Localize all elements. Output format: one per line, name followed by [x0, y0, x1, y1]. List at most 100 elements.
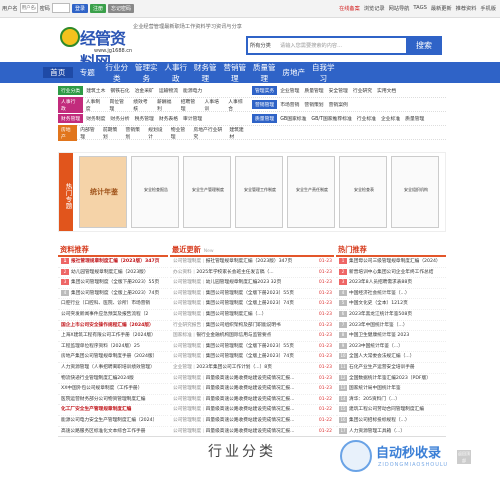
- category-tag[interactable]: 管理实务: [252, 86, 278, 95]
- hot-item[interactable]: 12 全国数据统计年鉴汇编2023（PDF版）: [336, 374, 446, 385]
- latest-item[interactable]: 公司管理制度 | 四量级高速公路收费站建设完成情况汇报...01-22: [170, 405, 334, 416]
- latest-item[interactable]: 企业管理 | 2023年集团公司工作计划（...）8页 01-23: [170, 363, 334, 374]
- category-tag[interactable]: 人事行政: [58, 96, 83, 113]
- latest-item[interactable]: 办公资料 | 2025年学校家长会班主任发言稿（... 01-23: [170, 268, 334, 279]
- hot-item[interactable]: 7 2023年中国统计年鉴（...）: [336, 321, 446, 332]
- register-button[interactable]: 注册: [89, 3, 106, 13]
- latest-item-category[interactable]: 公司管理制度: [173, 354, 201, 359]
- category-link[interactable]: 招聘管理: [181, 98, 200, 112]
- latest-item[interactable]: 公司管理制度 | 报社管理规章制度汇编（2023版）347页 01-23: [170, 257, 334, 268]
- recommend-item[interactable]: 化工厂安全生产管理规章制度汇编: [58, 405, 168, 416]
- latest-item-category[interactable]: 公司管理制度: [173, 397, 201, 402]
- category-link[interactable]: 市场营销: [280, 101, 299, 108]
- category-link[interactable]: 规划设计: [148, 126, 166, 140]
- category-link[interactable]: 前期策划: [103, 126, 121, 140]
- category-link[interactable]: GB国家标准: [280, 115, 306, 122]
- category-tag[interactable]: 行业分类: [58, 86, 84, 95]
- login-button[interactable]: 登录: [71, 3, 88, 13]
- latest-item[interactable]: 公司管理制度 | 集团公司管理制度（全版上册2023）74页 01-23: [170, 352, 334, 363]
- topic-thumbnail[interactable]: 安全检查报告: [131, 156, 179, 228]
- nav-management[interactable]: 管理实务: [132, 62, 162, 84]
- category-tag[interactable]: 营销管理: [252, 100, 278, 109]
- latest-item-category[interactable]: 公司管理制度: [173, 291, 201, 296]
- recommend-item[interactable]: 4 集团公司管理制度（全版上册2023）74页: [58, 289, 168, 300]
- category-link[interactable]: 运输物流: [159, 87, 178, 94]
- nav-topics[interactable]: 专题: [73, 67, 103, 78]
- back-to-top-button[interactable]: 返回顶部: [457, 450, 471, 464]
- category-tag[interactable]: 质量管理: [252, 114, 278, 123]
- latest-item[interactable]: 公司管理制度 | 集团公司管理制度（全版下册2023）55页 01-23: [170, 342, 334, 353]
- nav-quality[interactable]: 质量管理: [250, 62, 280, 84]
- latest-item-category[interactable]: 公司管理制度: [173, 259, 201, 264]
- category-link[interactable]: 行业研究: [353, 87, 372, 94]
- category-link[interactable]: 岗位管理: [110, 98, 129, 112]
- recommend-item[interactable]: XX中国外包公司规章制度（工作手册）: [58, 384, 168, 395]
- latest-item[interactable]: 公司管理制度 | 集团公司管理制度汇编（...） 01-23: [170, 310, 334, 321]
- latest-item-category[interactable]: 公司管理制度: [173, 301, 201, 306]
- top-link-mobile[interactable]: 手机版: [480, 5, 496, 12]
- latest-item-category[interactable]: 行业研究报告: [173, 323, 201, 328]
- hot-item[interactable]: 16 集团公司招标投标规程（...）: [336, 416, 446, 427]
- hot-item[interactable]: 15 建筑工程公司劳动合同管理制度汇编: [336, 405, 446, 416]
- search-input[interactable]: 请输入您需要搜索的内容...: [280, 42, 342, 49]
- latest-item-category[interactable]: 公司管理制度: [173, 386, 201, 391]
- latest-item-category[interactable]: 办公资料: [173, 270, 192, 275]
- latest-item[interactable]: 公司管理制度 | 幼儿园管理规章制度汇编2023 32页 01-23: [170, 278, 334, 289]
- category-link[interactable]: GB/T国家推荐标准: [311, 115, 351, 122]
- category-link[interactable]: 企业管理: [280, 87, 299, 94]
- latest-item-category[interactable]: 公司管理制度: [173, 344, 201, 349]
- category-link[interactable]: 能源电力: [183, 87, 202, 94]
- recommend-item[interactable]: 工程监理单位程序资料（2024版）25: [58, 342, 168, 353]
- hot-item[interactable]: 10 全国人大常委会法规汇编（...）: [336, 352, 446, 363]
- topic-thumbnail[interactable]: 安全组织机构: [391, 156, 439, 228]
- nav-marketing[interactable]: 营销管理: [220, 62, 250, 84]
- top-link-history[interactable]: 浏览记录: [364, 5, 385, 12]
- latest-item[interactable]: 公司管理制度 | 集团公司管理制度（全版上册2023）74页 01-23: [170, 299, 334, 310]
- category-link[interactable]: 人事制度: [86, 98, 105, 112]
- forgot-password-button[interactable]: 忘记密码: [108, 3, 135, 13]
- nav-real-estate[interactable]: 房地产: [279, 67, 309, 78]
- recommend-item[interactable]: 物流快递行业管理制度汇编2024版: [58, 374, 168, 385]
- recommend-item[interactable]: 3 集团公司管理制度（全版下册2023）55页: [58, 278, 168, 289]
- top-link-recommend[interactable]: 推荐资料: [456, 5, 477, 12]
- hot-item[interactable]: 3 2023年8人员招聘需求表88页: [336, 278, 446, 289]
- category-link[interactable]: 冶金采矿: [135, 87, 154, 94]
- hot-item[interactable]: 5 中国文化史（全本）1212页: [336, 299, 446, 310]
- recommend-item[interactable]: 人力资源管理（人事招聘离职培训绩效管理）: [58, 363, 168, 374]
- topic-thumbnail[interactable]: 安全生产责任制度: [287, 156, 335, 228]
- hot-item[interactable]: 2 新晋培训中心集团公司企业年终工作总结: [336, 268, 446, 279]
- topic-thumbnail[interactable]: 安全生产管理制度: [183, 156, 231, 228]
- site-logo[interactable]: 经管资料网 www.jg1688.cn: [60, 25, 132, 72]
- recommend-item[interactable]: 口腔行业（口腔科、医院、诊所）市场营销: [58, 299, 168, 310]
- hot-item[interactable]: 11 石化产业生产运营安全培训手册: [336, 363, 446, 374]
- top-link-latest[interactable]: 最新更新: [431, 5, 452, 12]
- category-link[interactable]: 安全管理: [329, 87, 348, 94]
- recommend-item[interactable]: 房地产集团公司管理规章制度手册（2024版）: [58, 352, 168, 363]
- category-link[interactable]: 行业标准: [357, 115, 376, 122]
- latest-item-category[interactable]: 企业管理: [173, 365, 192, 370]
- nav-home[interactable]: 首页: [43, 67, 73, 78]
- latest-item[interactable]: 公司管理制度 | 集团公司管理制度（全版下册2023）55页 01-23: [170, 289, 334, 300]
- category-link[interactable]: 实用文档: [377, 87, 396, 94]
- category-link[interactable]: 人事综合: [228, 98, 247, 112]
- hot-item[interactable]: 9 2023中国统计年鉴（...）: [336, 342, 446, 353]
- recommend-item[interactable]: 国企上市公司安全操作规程汇编（2024版）: [58, 321, 168, 332]
- topic-thumbnail[interactable]: 安全检查表: [339, 156, 387, 228]
- latest-item-category[interactable]: 公司管理制度: [173, 376, 201, 381]
- top-link-online-record[interactable]: 在线备案: [339, 5, 360, 12]
- latest-item[interactable]: 行业研究报告 | 集团公司组织架构及部门职能说明书 01-23: [170, 321, 334, 332]
- category-link[interactable]: 绩效考核: [133, 98, 152, 112]
- recommend-item[interactable]: 公司突发新闻事件应急预案及报告流程（2: [58, 310, 168, 321]
- nav-self-study[interactable]: 自我学习: [309, 62, 339, 84]
- category-link[interactable]: 营销策划: [304, 101, 323, 108]
- latest-item[interactable]: 公司管理制度 | 四量级高速公路收费站建设完成情况汇报... 01-23: [170, 374, 334, 385]
- category-link[interactable]: 建筑土木: [86, 87, 105, 94]
- category-link[interactable]: 人事培训: [205, 98, 224, 112]
- latest-item[interactable]: 公司管理制度 | 四量级高速公路收费站建设完成情况汇报... 01-23: [170, 384, 334, 395]
- password-input[interactable]: [51, 3, 70, 13]
- username-input[interactable]: [19, 3, 38, 13]
- hot-item[interactable]: 13 国家统计局中国统计年鉴: [336, 384, 446, 395]
- category-tag[interactable]: 房地产: [58, 124, 78, 141]
- category-link[interactable]: 税务管理: [135, 115, 154, 122]
- nav-hr[interactable]: 人事行政: [161, 62, 191, 84]
